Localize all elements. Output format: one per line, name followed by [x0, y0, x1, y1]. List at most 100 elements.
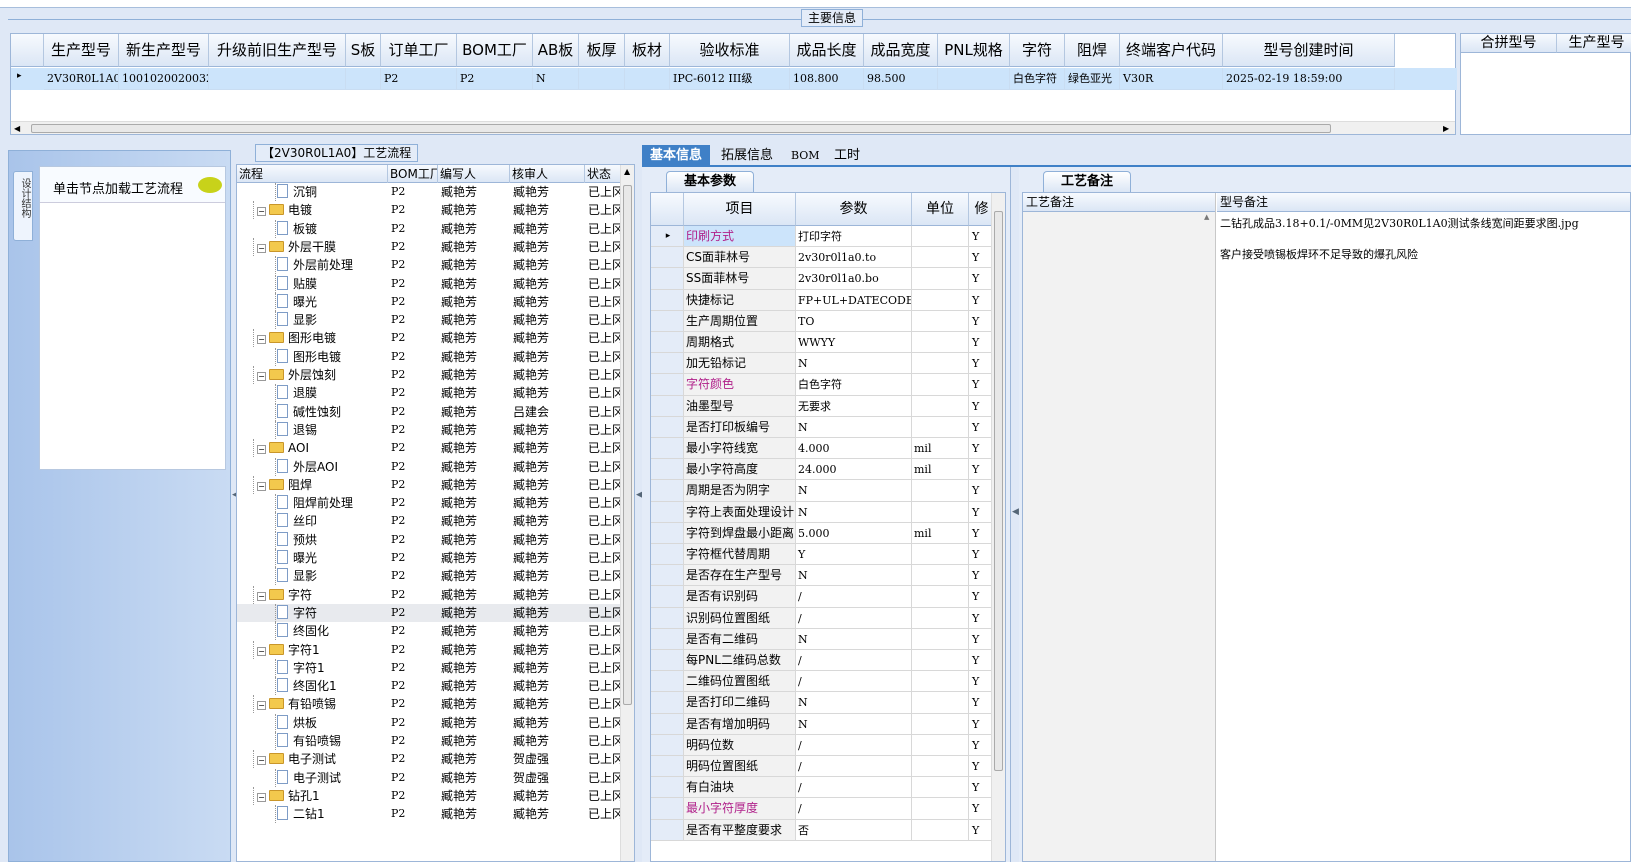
param-value-cell[interactable]: N	[796, 713, 912, 735]
main-column-header[interactable]: 板材	[625, 34, 670, 67]
flow-node[interactable]: 字符1	[277, 659, 325, 677]
main-table-cell[interactable]	[625, 68, 670, 90]
main-table-cell[interactable]	[209, 68, 346, 90]
flow-node[interactable]: − 电子测试	[257, 750, 336, 768]
flow-tree-row[interactable]: − 图形电镀 P2 臧艳芳 臧艳芳 已上冈	[237, 329, 624, 348]
scroll-up-arrow[interactable]: ▲	[624, 167, 630, 176]
collapse-minus-icon[interactable]: −	[257, 243, 266, 253]
param-row[interactable]: 字符上表面处理设计 N Y	[651, 501, 995, 523]
process-note-scrollbar[interactable]: ▲	[1204, 213, 1215, 859]
param-value-cell[interactable]: 2v30r0l1a0.to	[796, 247, 912, 269]
flow-tree-row[interactable]: − 电镀 P2 臧艳芳 臧艳芳 已上冈	[237, 201, 624, 220]
flow-tree-row[interactable]: − 阻焊 P2 臧艳芳 臧艳芳 已上冈	[237, 475, 624, 494]
flow-node[interactable]: 预烘	[277, 531, 317, 549]
flow-tree-row[interactable]: 显影 P2 臧艳芳 臧艳芳 已上冈	[237, 311, 624, 330]
param-value-cell[interactable]: 白色字符	[796, 374, 912, 396]
params-column-header[interactable]: 项目	[684, 193, 796, 226]
flow-tree-row[interactable]: 丝印 P2 臧艳芳 臧艳芳 已上冈	[237, 512, 624, 531]
main-table-cell[interactable]: 绿色亚光	[1065, 68, 1120, 90]
main-column-header[interactable]: 板厚	[579, 34, 625, 67]
flow-node[interactable]: 退锡	[277, 421, 317, 439]
flow-node[interactable]: − 钻孔1	[257, 787, 320, 805]
flow-tree-row[interactable]: 沉铜 P2 臧艳芳 臧艳芳 已上冈	[237, 183, 624, 201]
flow-tree-row[interactable]: 终固化 P2 臧艳芳 臧艳芳 已上冈	[237, 622, 624, 641]
param-value-cell[interactable]: 24.000	[796, 459, 912, 481]
flow-tree-row[interactable]: 字符 P2 臧艳芳 臧艳芳 已上冈	[237, 603, 624, 623]
flow-node[interactable]: 字符	[277, 604, 317, 622]
horizontal-scrollbar[interactable]: ◀ ▶	[11, 121, 1455, 134]
param-value-cell[interactable]: WWYY	[796, 332, 912, 354]
flow-node[interactable]: 板镀	[277, 220, 317, 238]
param-row[interactable]: 加无铅标记 N Y	[651, 353, 995, 375]
main-table-cell[interactable]: 10010200200328	[119, 68, 209, 90]
flow-node[interactable]: 终固化	[277, 622, 329, 640]
merge-grid[interactable]: 合拼型号 生产型号	[1460, 33, 1631, 135]
main-column-header[interactable]: 成品长度	[790, 34, 864, 67]
main-table-cell[interactable]: P2	[381, 68, 457, 90]
flow-tree-row[interactable]: 碱性蚀刻 P2 臧艳芳 吕建会 已上冈	[237, 402, 624, 421]
flow-tree-row[interactable]: − 有铅喷锡 P2 臧艳芳 臧艳芳 已上冈	[237, 695, 624, 714]
main-column-header[interactable]: AB板	[533, 34, 579, 67]
flow-node[interactable]: 二钻1	[277, 805, 325, 823]
param-value-cell[interactable]: /	[796, 734, 912, 756]
param-value-cell[interactable]: 2v30r0l1a0.bo	[796, 268, 912, 290]
collapse-minus-icon[interactable]: −	[257, 481, 266, 491]
param-row[interactable]: 二维码位置图纸 / Y	[651, 671, 995, 693]
vertical-tab-design[interactable]: 设计结构	[13, 171, 33, 241]
subtab-process-notes[interactable]: 工艺备注	[1043, 171, 1131, 192]
flow-node[interactable]: − 外层蚀刻	[257, 366, 336, 384]
param-row[interactable]: 有白油块 / Y	[651, 777, 995, 799]
main-table-cell[interactable]: 2025-02-19 18:59:00	[1223, 68, 1395, 90]
main-column-header[interactable]: 字符	[1010, 34, 1065, 67]
flow-tree-row[interactable]: 二钻1 P2 臧艳芳 臧艳芳 已上冈	[237, 805, 624, 824]
flow-node[interactable]: 贴膜	[277, 275, 317, 293]
param-row[interactable]: 周期格式 WWYY Y	[651, 332, 995, 354]
param-row[interactable]: 最小字符线宽 4.000 mil Y	[651, 438, 995, 460]
flow-node[interactable]: 外层前处理	[277, 256, 353, 274]
param-row[interactable]: 字符颜色 白色字符 Y	[651, 374, 995, 396]
collapse-minus-icon[interactable]: −	[257, 445, 266, 455]
flow-scroll-thumb[interactable]	[623, 185, 632, 705]
param-value-cell[interactable]: /	[796, 650, 912, 672]
param-row[interactable]: 快捷标记 FP+UL+DATECODE Y	[651, 289, 995, 311]
main-table-row[interactable]: ▸2V30R0L1A010010200200328P2P2NIPC-6012 I…	[11, 68, 1457, 90]
flow-node[interactable]: − AOI	[257, 439, 309, 457]
main-column-header[interactable]: 订单工厂	[381, 34, 457, 67]
main-table-cell[interactable]: 2V30R0L1A0	[44, 68, 119, 90]
flow-node[interactable]: 沉铜	[277, 183, 317, 201]
tab-extended-info[interactable]: 拓展信息	[713, 145, 781, 167]
right-splitter[interactable]: ◀	[1011, 167, 1019, 862]
param-row[interactable]: 是否打印板编号 N Y	[651, 416, 995, 438]
param-value-cell[interactable]: N	[796, 480, 912, 502]
flow-node[interactable]: − 字符1	[257, 641, 320, 659]
flow-tree-row[interactable]: 外层前处理 P2 臧艳芳 臧艳芳 已上冈	[237, 256, 624, 275]
flow-tree-row[interactable]: 电子测试 P2 臧艳芳 贺虚强 已上冈	[237, 768, 624, 787]
main-column-header[interactable]: 验收标准	[670, 34, 790, 67]
param-value-cell[interactable]: N	[796, 628, 912, 650]
param-row[interactable]: ▸ 印刷方式 打印字符 Y	[651, 226, 995, 248]
flow-node[interactable]: − 字符	[257, 586, 312, 604]
flow-tree-row[interactable]: − 钻孔1 P2 臧艳芳 臧艳芳 已上冈	[237, 786, 624, 805]
flow-node[interactable]: 外层AOI	[277, 458, 338, 476]
flow-tree-row[interactable]: − 字符1 P2 臧艳芳 臧艳芳 已上冈	[237, 640, 624, 659]
param-row[interactable]: 是否存在生产型号 N Y	[651, 565, 995, 587]
param-row[interactable]: CS面菲林号 2v30r0l1a0.to Y	[651, 247, 995, 269]
param-row[interactable]: SS面菲林号 2v30r0l1a0.bo Y	[651, 268, 995, 290]
flow-node[interactable]: 有铅喷锡	[277, 732, 341, 750]
param-row[interactable]: 是否有二维码 N Y	[651, 628, 995, 650]
main-column-header[interactable]: S板	[346, 34, 381, 67]
param-value-cell[interactable]: /	[796, 586, 912, 608]
flow-vertical-scrollbar[interactable]: ▲	[620, 165, 634, 861]
flow-tree-row[interactable]: 退膜 P2 臧艳芳 臧艳芳 已上冈	[237, 384, 624, 403]
flow-node[interactable]: 图形电镀	[277, 348, 341, 366]
flow-node[interactable]: − 外层干膜	[257, 238, 336, 256]
param-value-cell[interactable]: 打印字符	[796, 226, 912, 248]
flow-tree-row[interactable]: 外层AOI P2 臧艳芳 臧艳芳 已上冈	[237, 457, 624, 476]
main-table-cell[interactable]	[579, 68, 625, 90]
param-row[interactable]: 是否有增加明码 N Y	[651, 713, 995, 735]
param-row[interactable]: 最小字符高度 24.000 mil Y	[651, 459, 995, 481]
flow-tree-row[interactable]: 字符1 P2 臧艳芳 臧艳芳 已上冈	[237, 658, 624, 677]
collapse-minus-icon[interactable]: −	[257, 646, 266, 656]
param-row[interactable]: 明码位数 / Y	[651, 734, 995, 756]
flow-node[interactable]: − 阻焊	[257, 476, 312, 494]
